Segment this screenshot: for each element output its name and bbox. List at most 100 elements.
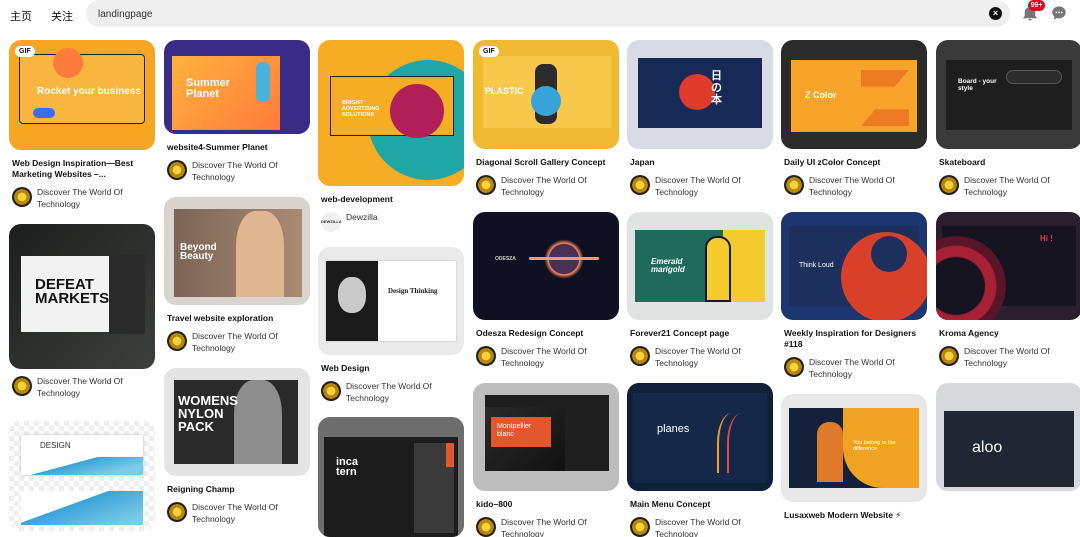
pin-author[interactable]: Discover The World Of Technology — [476, 346, 619, 369]
messages-icon[interactable] — [1051, 5, 1067, 21]
pin-image[interactable]: aloo — [936, 383, 1080, 491]
pin-title[interactable]: Lusaxweb Modern Website ⚡ — [784, 510, 923, 521]
avatar[interactable] — [630, 175, 650, 195]
avatar[interactable] — [321, 381, 341, 401]
avatar[interactable] — [630, 346, 650, 366]
pin-author[interactable]: Discover The World Of Technology — [167, 502, 310, 525]
search-input[interactable] — [98, 5, 958, 23]
pin-title[interactable]: Odesza Redesign Concept — [476, 328, 615, 339]
pin-title[interactable]: Diagonal Scroll Gallery Concept — [476, 157, 615, 168]
avatar[interactable] — [476, 175, 496, 195]
pin-title[interactable]: Skateboard — [939, 157, 1078, 168]
pin-author[interactable]: Discover The World Of Technology — [784, 357, 927, 380]
pin-card[interactable]: DEFEAT MARKETS Discover The World Of Tec… — [9, 224, 155, 399]
pin-image[interactable]: You belong to the difference — [781, 394, 927, 502]
pin-image[interactable]: DEFEAT MARKETS — [9, 224, 155, 369]
clear-search-icon[interactable]: × — [989, 7, 1002, 20]
pin-image[interactable]: Rocket your business GIF — [9, 40, 155, 150]
pin-card[interactable]: Hi ! Kroma Agency Discover The World Of … — [936, 212, 1080, 369]
pin-title[interactable]: website4-Summer Planet — [167, 142, 306, 153]
author-name[interactable]: Discover The World Of Technology — [655, 175, 773, 198]
pin-author[interactable]: Discover The World Of Technology — [12, 376, 155, 399]
tab-home[interactable]: 主页 — [10, 8, 32, 24]
pin-title[interactable]: Web Design — [321, 363, 460, 374]
pin-title[interactable]: Daily UI zColor Concept — [784, 157, 923, 168]
pin-image[interactable]: ODESZA — [473, 212, 619, 320]
pin-card[interactable]: inca tern — [318, 417, 464, 537]
author-name[interactable]: Discover The World Of Technology — [964, 175, 1080, 198]
author-name[interactable]: Discover The World Of Technology — [655, 517, 773, 537]
pin-card[interactable]: DESIGN — [9, 421, 155, 531]
author-name[interactable]: Dewzilla — [346, 212, 378, 224]
pin-card[interactable]: Rocket your business GIF Web Design Insp… — [9, 40, 155, 210]
pin-image[interactable]: Z Color — [781, 40, 927, 149]
pin-author[interactable]: Discover The World Of Technology — [12, 187, 155, 210]
avatar[interactable] — [630, 517, 650, 537]
avatar[interactable] — [167, 331, 187, 351]
avatar[interactable] — [476, 517, 496, 537]
pin-card[interactable]: Summer Planet website4-Summer Planet Dis… — [164, 40, 310, 183]
pin-title[interactable]: Travel website exploration — [167, 313, 306, 324]
avatar[interactable] — [12, 376, 32, 396]
pin-image[interactable]: Emerald marigold — [627, 212, 773, 320]
pin-image[interactable]: DESIGN — [9, 421, 155, 531]
pin-image[interactable]: Design Thinking — [318, 247, 464, 355]
pin-author[interactable]: Discover The World Of Technology — [167, 160, 310, 183]
author-name[interactable]: Discover The World Of Technology — [192, 502, 310, 525]
pin-author[interactable]: Discover The World Of Technology — [476, 517, 619, 537]
pin-card[interactable]: You belong to the difference Lusaxweb Mo… — [781, 394, 927, 521]
pin-image[interactable]: BRIGHT ADVERTISING SOLUTIONS — [318, 40, 464, 186]
author-name[interactable]: Discover The World Of Technology — [346, 381, 464, 404]
pin-card[interactable]: aloo — [936, 383, 1080, 491]
pin-card[interactable]: WOMENS NYLON PACK Reigning Champ Discove… — [164, 368, 310, 525]
pin-title[interactable]: Forever21 Concept page — [630, 328, 769, 339]
pin-title[interactable]: web-development — [321, 194, 460, 205]
tab-following[interactable]: 关注 — [51, 8, 73, 24]
pin-title[interactable]: Weekly Inspiration for Designers #118 — [784, 328, 923, 350]
pin-image[interactable]: Board - your style — [936, 40, 1080, 149]
pin-image[interactable]: PLASTIC GIF — [473, 40, 619, 149]
pin-title[interactable]: Web Design Inspiration—Best Marketing We… — [12, 158, 151, 180]
pin-title[interactable]: Main Menu Concept — [630, 499, 769, 510]
pin-image[interactable]: Hi ! — [936, 212, 1080, 320]
avatar[interactable] — [939, 175, 959, 195]
pin-image[interactable]: WOMENS NYLON PACK — [164, 368, 310, 476]
pin-title[interactable]: Reigning Champ — [167, 484, 306, 495]
author-name[interactable]: Discover The World Of Technology — [37, 376, 155, 399]
avatar[interactable] — [476, 346, 496, 366]
pin-image[interactable]: Montpellier blanc — [473, 383, 619, 491]
author-name[interactable]: Discover The World Of Technology — [501, 175, 619, 198]
author-name[interactable]: Discover The World Of Technology — [37, 187, 155, 210]
avatar[interactable] — [12, 187, 32, 207]
pin-card[interactable]: PLASTIC GIF Diagonal Scroll Gallery Conc… — [473, 40, 619, 198]
pin-author[interactable]: Discover The World Of Technology — [630, 346, 773, 369]
pin-image[interactable]: inca tern — [318, 417, 464, 537]
pin-card[interactable]: BRIGHT ADVERTISING SOLUTIONS web-develop… — [318, 40, 464, 232]
pin-card[interactable]: Z Color Daily UI zColor Concept Discover… — [781, 40, 927, 198]
pin-author[interactable]: Discover The World Of Technology — [167, 331, 310, 354]
author-name[interactable]: Discover The World Of Technology — [192, 160, 310, 183]
pin-card[interactable]: Design Thinking Web Design Discover The … — [318, 247, 464, 404]
pin-author[interactable]: Discover The World Of Technology — [630, 175, 773, 198]
pin-card[interactable]: planes Main Menu Concept Discover The Wo… — [627, 383, 773, 537]
pin-image[interactable]: Think Loud — [781, 212, 927, 320]
pin-author[interactable]: DEWZILLA Dewzilla — [321, 212, 464, 232]
pin-image[interactable]: Beyond Beauty — [164, 197, 310, 305]
avatar[interactable] — [784, 175, 804, 195]
pin-author[interactable]: Discover The World Of Technology — [321, 381, 464, 404]
avatar[interactable]: DEWZILLA — [321, 212, 342, 232]
author-name[interactable]: Discover The World Of Technology — [964, 346, 1080, 369]
pin-title[interactable]: Kroma Agency — [939, 328, 1078, 339]
author-name[interactable]: Discover The World Of Technology — [809, 357, 927, 380]
pin-author[interactable]: Discover The World Of Technology — [784, 175, 927, 198]
pin-card[interactable]: Beyond Beauty Travel website exploration… — [164, 197, 310, 354]
pin-card[interactable]: ODESZA Odesza Redesign Concept Discover … — [473, 212, 619, 369]
pin-image[interactable]: planes — [627, 383, 773, 491]
author-name[interactable]: Discover The World Of Technology — [501, 517, 619, 537]
pin-card[interactable]: Board - your style Skateboard Discover T… — [936, 40, 1080, 198]
avatar[interactable] — [939, 346, 959, 366]
pin-author[interactable]: Discover The World Of Technology — [939, 175, 1080, 198]
pin-author[interactable]: Discover The World Of Technology — [476, 175, 619, 198]
pin-card[interactable]: Montpellier blanc kido–800 Discover The … — [473, 383, 619, 537]
pin-card[interactable]: Emerald marigold Forever21 Concept page … — [627, 212, 773, 369]
